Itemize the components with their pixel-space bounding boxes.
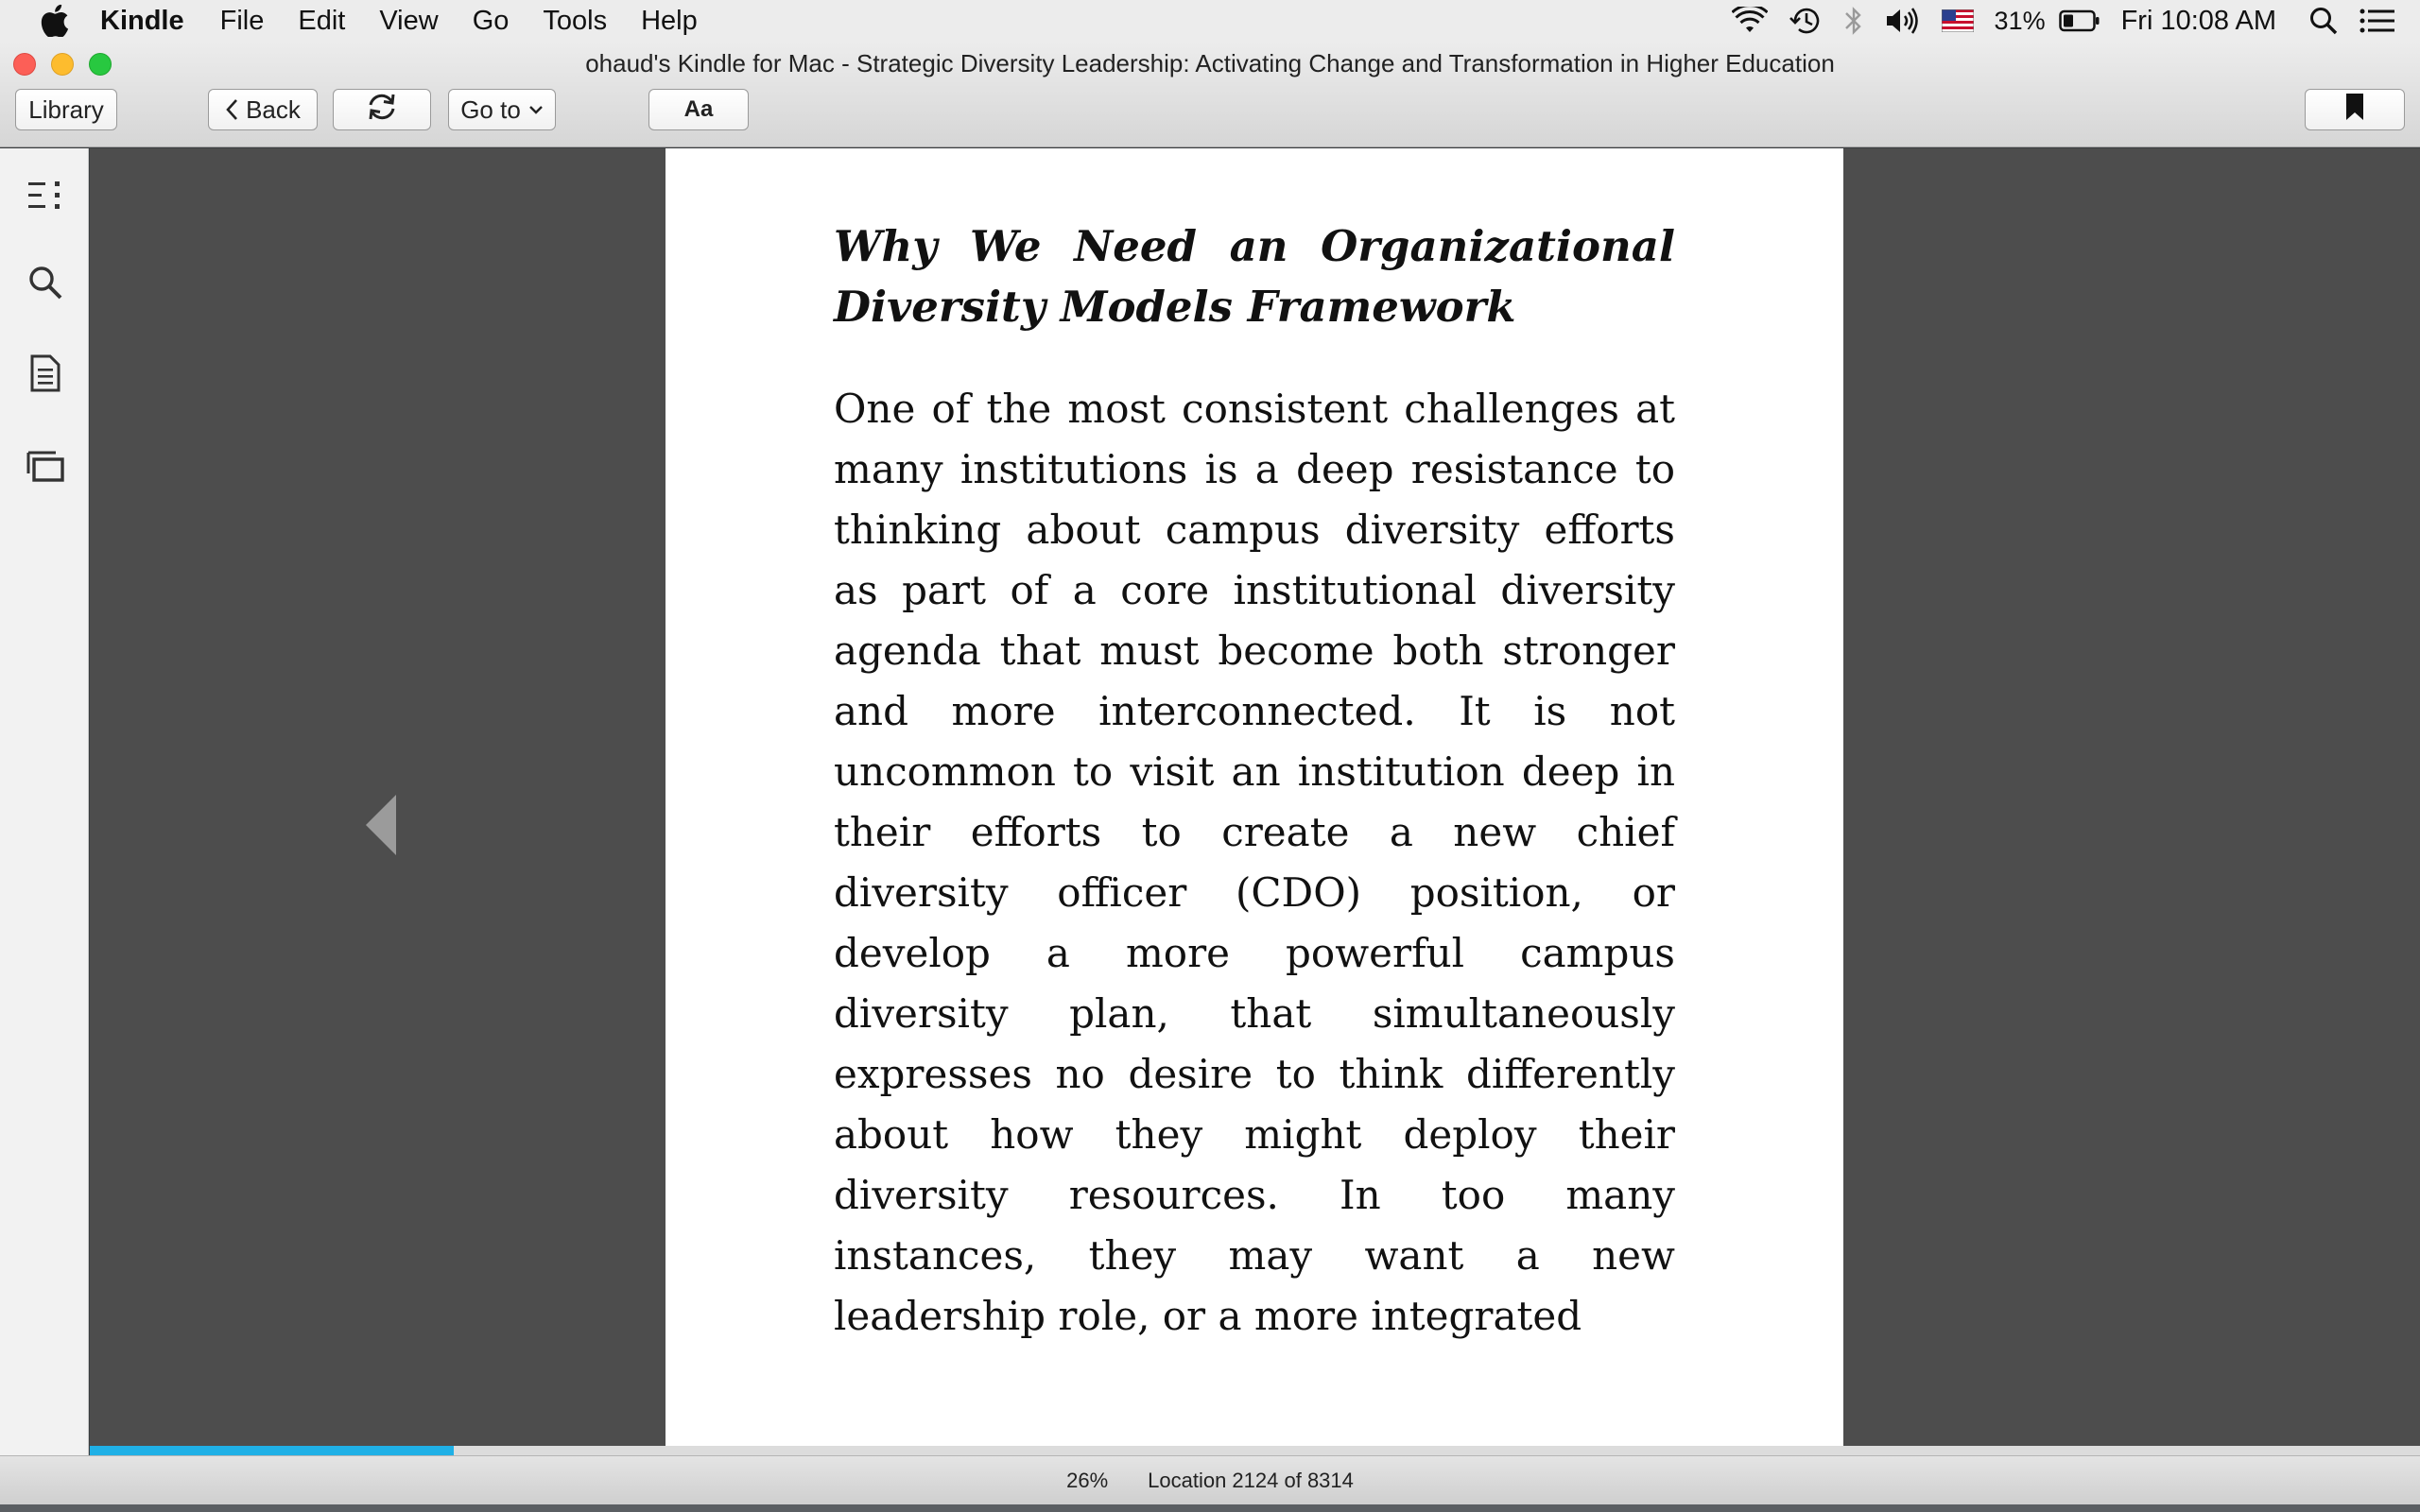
- menu-app-kindle[interactable]: Kindle: [100, 6, 184, 37]
- page-content: Why We Need an Organizational Diversity …: [834, 216, 1675, 1347]
- reading-progress-bar[interactable]: [90, 1446, 2420, 1455]
- sync-button[interactable]: [333, 89, 431, 130]
- bookmark-button[interactable]: [2305, 89, 2405, 130]
- notes-icon[interactable]: [23, 351, 68, 396]
- wifi-icon[interactable]: [1731, 0, 1768, 42]
- sync-icon: [366, 93, 398, 128]
- font-settings-button[interactable]: Aa: [648, 89, 749, 130]
- spotlight-search-icon[interactable]: [2308, 0, 2339, 42]
- goto-button[interactable]: Go to: [448, 89, 556, 130]
- macos-menu-bar: Kindle File Edit View Go Tools Help 31% …: [0, 0, 2420, 42]
- notification-center-icon[interactable]: [2360, 0, 2395, 42]
- previous-page-arrow-icon[interactable]: [364, 795, 402, 855]
- menu-go[interactable]: Go: [473, 6, 510, 37]
- time-machine-icon[interactable]: [1789, 0, 1823, 42]
- bluetooth-icon[interactable]: [1843, 0, 1864, 42]
- menu-bar-status-area: 31% Fri 10:08 AM: [1731, 0, 2420, 42]
- chevron-down-icon: [528, 104, 544, 115]
- desktop-background-strip: [0, 1504, 2420, 1512]
- location-label: Location 2124 of 8314: [1148, 1468, 1354, 1492]
- menu-edit[interactable]: Edit: [298, 6, 345, 37]
- table-of-contents-icon[interactable]: [23, 173, 68, 218]
- input-source-us-flag-icon[interactable]: [1941, 0, 1974, 42]
- battery-percent[interactable]: 31%: [1995, 7, 2046, 36]
- back-button-label: Back: [246, 94, 301, 124]
- apple-menu-icon[interactable]: [36, 2, 74, 40]
- progress-percent: 26%: [1066, 1468, 1109, 1492]
- body-paragraph[interactable]: One of the most consistent challenges at…: [834, 379, 1675, 1347]
- reader-area: Why We Need an Organizational Diversity …: [90, 148, 2420, 1446]
- clock[interactable]: Fri 10:08 AM: [2121, 6, 2276, 37]
- library-button[interactable]: Library: [15, 89, 117, 130]
- location-status-bar: 26% Location 2124 of 8314: [0, 1455, 2420, 1504]
- goto-button-label: Go to: [460, 94, 521, 124]
- window-title: ohaud's Kindle for Mac - Strategic Diver…: [585, 49, 1835, 77]
- reader-sidebar: [0, 148, 89, 1455]
- flashcards-icon[interactable]: [23, 443, 68, 489]
- volume-icon[interactable]: [1885, 0, 1921, 42]
- menu-view[interactable]: View: [379, 6, 438, 37]
- menu-help[interactable]: Help: [641, 6, 698, 37]
- bookmark-icon: [2344, 93, 2365, 128]
- back-button[interactable]: Back: [208, 89, 318, 130]
- reading-progress-fill: [90, 1446, 454, 1455]
- window-titlebar: ohaud's Kindle for Mac - Strategic Diver…: [0, 42, 2420, 147]
- menu-file[interactable]: File: [220, 6, 265, 37]
- book-page[interactable]: Why We Need an Organizational Diversity …: [666, 148, 1843, 1446]
- menu-tools[interactable]: Tools: [543, 6, 607, 37]
- chevron-left-icon: [225, 98, 238, 121]
- section-heading: Why We Need an Organizational Diversity …: [834, 221, 1675, 332]
- search-icon[interactable]: [23, 260, 68, 305]
- battery-icon[interactable]: [2058, 0, 2100, 42]
